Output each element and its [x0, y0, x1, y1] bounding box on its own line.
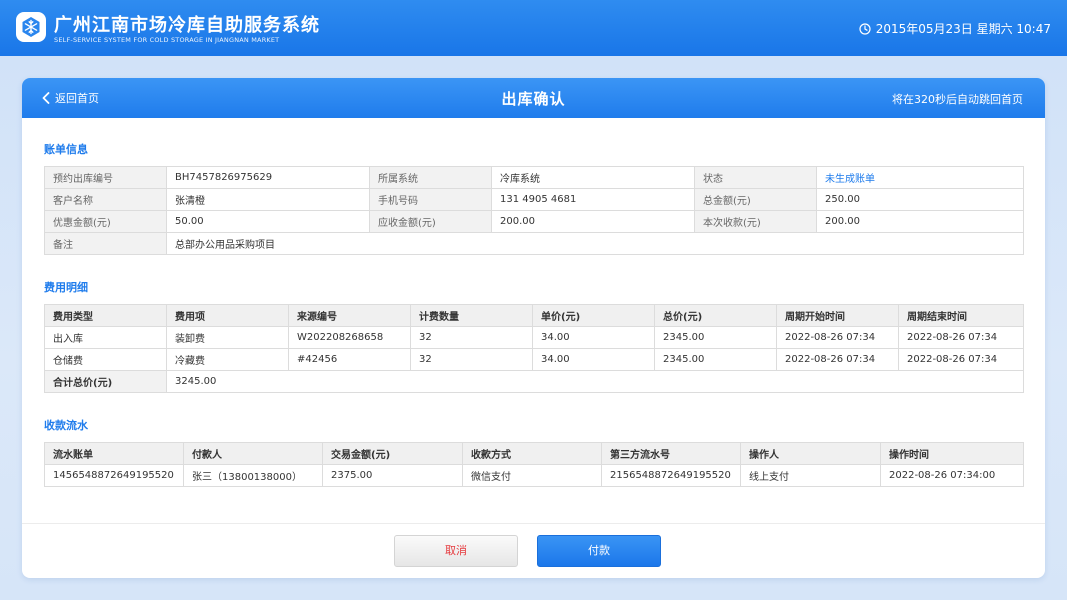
- column-header: 单价(元): [532, 304, 655, 327]
- column-header: 交易金额(元): [322, 442, 463, 465]
- bill-section-title: 账单信息: [44, 143, 88, 156]
- table-row: 1456548872649195520 张三（13800138000） 2375…: [44, 464, 1024, 487]
- table-cell: 装卸费: [166, 326, 289, 349]
- card-header: 返回首页 出库确认 将在320秒后自动跳回首页: [22, 78, 1045, 118]
- column-header: 流水账单: [44, 442, 184, 465]
- table-row: 优惠金额(元) 50.00 应收金额(元) 200.00 本次收款(元) 200…: [44, 210, 1024, 233]
- payment-records-table: 流水账单 付款人 交易金额(元) 收款方式 第三方流水号 操作人 操作时间 14…: [44, 442, 1024, 487]
- table-cell: 32: [410, 326, 533, 349]
- table-cell: #42456: [288, 348, 411, 371]
- table-cell: 冷藏费: [166, 348, 289, 371]
- label-total-amount: 总金额(元): [694, 188, 817, 211]
- column-header: 周期结束时间: [898, 304, 1024, 327]
- table-total-row: 合计总价(元) 3245.00: [44, 370, 1024, 393]
- payments-section-title: 收款流水: [44, 419, 88, 432]
- column-header: 付款人: [183, 442, 323, 465]
- value-customer: 张清橙: [166, 188, 370, 211]
- column-header: 第三方流水号: [601, 442, 741, 465]
- table-row: 仓储费 冷藏费 #42456 32 34.00 2345.00 2022-08-…: [44, 348, 1024, 371]
- table-cell: 2022-08-26 07:34:00: [880, 464, 1024, 487]
- value-receivable: 200.00: [491, 210, 695, 233]
- value-phone: 131 4905 4681: [491, 188, 695, 211]
- table-cell: 张三（13800138000）: [183, 464, 323, 487]
- table-cell: 2022-08-26 07:34: [898, 326, 1024, 349]
- label-customer: 客户名称: [44, 188, 167, 211]
- column-header: 操作时间: [880, 442, 1024, 465]
- table-cell: W202208268658: [288, 326, 411, 349]
- value-discount: 50.00: [166, 210, 370, 233]
- table-cell: 2022-08-26 07:34: [776, 348, 899, 371]
- table-row: 预约出库编号 BH7457826975629 所属系统 冷库系统 状态 未生成账…: [44, 166, 1024, 189]
- table-cell: 2345.00: [654, 326, 777, 349]
- fee-details-table: 费用类型 费用项 来源编号 计费数量 单价(元) 总价(元) 周期开始时间 周期…: [44, 304, 1024, 393]
- datetime-text: 2015年05月23日 星期六 10:47: [875, 22, 1051, 36]
- label-receivable: 应收金额(元): [369, 210, 492, 233]
- column-header: 来源编号: [288, 304, 411, 327]
- column-header: 周期开始时间: [776, 304, 899, 327]
- table-row: 客户名称 张清橙 手机号码 131 4905 4681 总金额(元) 250.0…: [44, 188, 1024, 211]
- total-value: 3245.00: [166, 370, 1024, 393]
- table-cell: 1456548872649195520: [44, 464, 184, 487]
- checkout-card: 返回首页 出库确认 将在320秒后自动跳回首页 账单信息 预约出库编号 BH74…: [22, 78, 1045, 578]
- table-cell: 2375.00: [322, 464, 463, 487]
- fees-section-title: 费用明细: [44, 281, 88, 294]
- label-remark: 备注: [44, 232, 167, 255]
- value-remark: 总部办公用品采购项目: [166, 232, 1024, 255]
- column-header: 收款方式: [462, 442, 602, 465]
- table-row: 备注 总部办公用品采购项目: [44, 232, 1024, 255]
- table-cell: 2022-08-26 07:34: [776, 326, 899, 349]
- label-system: 所属系统: [369, 166, 492, 189]
- value-status: 未生成账单: [816, 166, 1024, 189]
- label-order-no: 预约出库编号: [44, 166, 167, 189]
- value-system: 冷库系统: [491, 166, 695, 189]
- table-cell: 2156548872649195520: [601, 464, 741, 487]
- label-status: 状态: [694, 166, 817, 189]
- bill-info-table: 预约出库编号 BH7457826975629 所属系统 冷库系统 状态 未生成账…: [44, 166, 1024, 255]
- app-title: 广州江南市场冷库自助服务系统: [54, 15, 320, 36]
- value-this-payment: 200.00: [816, 210, 1024, 233]
- cancel-button[interactable]: 取消: [394, 535, 518, 567]
- table-cell: 线上支付: [740, 464, 881, 487]
- table-header-row: 流水账单 付款人 交易金额(元) 收款方式 第三方流水号 操作人 操作时间: [44, 442, 1024, 465]
- column-header: 费用项: [166, 304, 289, 327]
- column-header: 费用类型: [44, 304, 167, 327]
- clock-icon: [859, 22, 871, 35]
- table-row: 出入库 装卸费 W202208268658 32 34.00 2345.00 2…: [44, 326, 1024, 349]
- table-cell: 34.00: [532, 348, 655, 371]
- table-cell: 微信支付: [462, 464, 602, 487]
- footer-divider: [22, 523, 1045, 524]
- table-cell: 2345.00: [654, 348, 777, 371]
- table-cell: 34.00: [532, 326, 655, 349]
- column-header: 操作人: [740, 442, 881, 465]
- countdown-text: 将在320秒后自动跳回首页: [892, 93, 1023, 106]
- label-discount: 优惠金额(元): [44, 210, 167, 233]
- table-cell: 2022-08-26 07:34: [898, 348, 1024, 371]
- column-header: 总价(元): [654, 304, 777, 327]
- value-total-amount: 250.00: [816, 188, 1024, 211]
- top-bar: 广州江南市场冷库自助服务系统 SELF-SERVICE SYSTEM FOR C…: [0, 0, 1067, 56]
- table-cell: 出入库: [44, 326, 167, 349]
- datetime: 2015年05月23日 星期六 10:47: [859, 20, 1051, 37]
- label-this-payment: 本次收款(元): [694, 210, 817, 233]
- table-cell: 32: [410, 348, 533, 371]
- snowflake-logo-icon: [16, 12, 46, 42]
- pay-button[interactable]: 付款: [537, 535, 661, 567]
- value-order-no: BH7457826975629: [166, 166, 370, 189]
- app-subtitle: SELF-SERVICE SYSTEM FOR COLD STORAGE IN …: [54, 36, 280, 44]
- total-label: 合计总价(元): [44, 370, 167, 393]
- column-header: 计费数量: [410, 304, 533, 327]
- label-phone: 手机号码: [369, 188, 492, 211]
- table-cell: 仓储费: [44, 348, 167, 371]
- table-header-row: 费用类型 费用项 来源编号 计费数量 单价(元) 总价(元) 周期开始时间 周期…: [44, 304, 1024, 327]
